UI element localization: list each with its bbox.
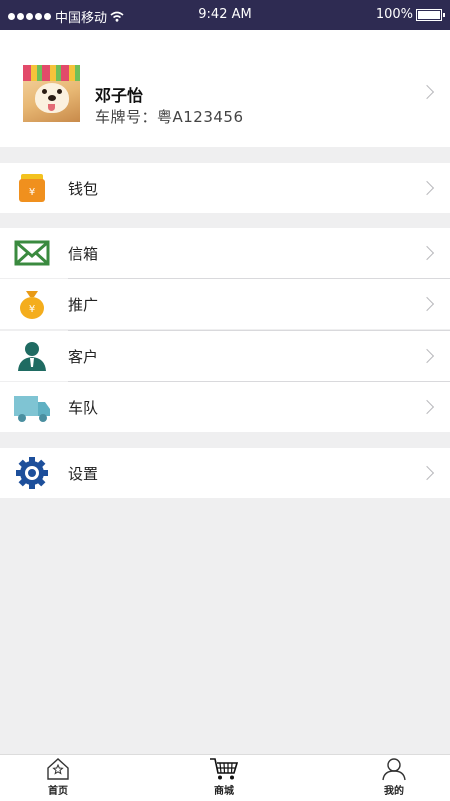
- tab-mine[interactable]: 我的: [364, 757, 424, 797]
- user-icon: [382, 758, 406, 781]
- menu-label-inbox: 信箱: [68, 245, 99, 263]
- menu-item-wallet[interactable]: ¥ 钱包: [0, 163, 450, 213]
- tab-label-home: 首页: [48, 786, 68, 797]
- battery-info: 100%: [375, 7, 445, 22]
- svg-text:¥: ¥: [29, 304, 35, 315]
- battery-icon: [416, 8, 445, 21]
- user-name: 邓子怡: [95, 86, 144, 105]
- gear-icon: [16, 457, 48, 489]
- chevron-right-icon: [419, 245, 435, 261]
- person-icon: [18, 342, 46, 371]
- menu-label-wallet: 钱包: [68, 180, 99, 198]
- svg-text:¥: ¥: [29, 187, 35, 198]
- status-bar: 中国移动 9:42 AM 100%: [0, 0, 450, 30]
- tab-label-mine: 我的: [384, 786, 404, 797]
- menu-label-customers: 客户: [68, 348, 99, 366]
- envelope-icon: [14, 240, 50, 266]
- tab-label-mall: 商城: [214, 786, 234, 797]
- license-plate: 车牌号：粤A123456: [95, 108, 244, 126]
- menu-item-inbox[interactable]: 信箱: [0, 228, 450, 278]
- tab-mall[interactable]: 商城: [194, 757, 254, 797]
- menu-label-promotion: 推广: [68, 296, 99, 314]
- chevron-right-icon: [419, 296, 435, 312]
- home-icon: [47, 758, 69, 780]
- battery-percent: 100%: [375, 7, 413, 22]
- chevron-right-icon: [419, 465, 435, 481]
- chevron-right-icon: [419, 399, 435, 415]
- menu-label-fleet: 车队: [68, 399, 99, 417]
- menu-item-fleet[interactable]: 车队: [0, 382, 450, 432]
- truck-icon: [14, 396, 50, 422]
- menu-item-settings[interactable]: 设置: [0, 448, 450, 498]
- chevron-right-icon: [419, 84, 435, 100]
- menu-label-settings: 设置: [68, 465, 99, 483]
- wallet-icon: ¥: [19, 174, 45, 202]
- bottom-tab-bar: 首页 商城 我的: [0, 754, 450, 801]
- tab-home[interactable]: 首页: [28, 757, 88, 797]
- profile-card[interactable]: 邓子怡 车牌号：粤A123456: [0, 30, 450, 147]
- shopping-cart-icon: [210, 758, 239, 780]
- menu-item-customers[interactable]: 客户: [0, 331, 450, 381]
- money-bag-icon: ¥: [20, 291, 44, 319]
- avatar[interactable]: [23, 65, 80, 122]
- menu-item-promotion[interactable]: ¥ 推广: [0, 279, 450, 329]
- chevron-right-icon: [419, 180, 435, 196]
- chevron-right-icon: [419, 348, 435, 364]
